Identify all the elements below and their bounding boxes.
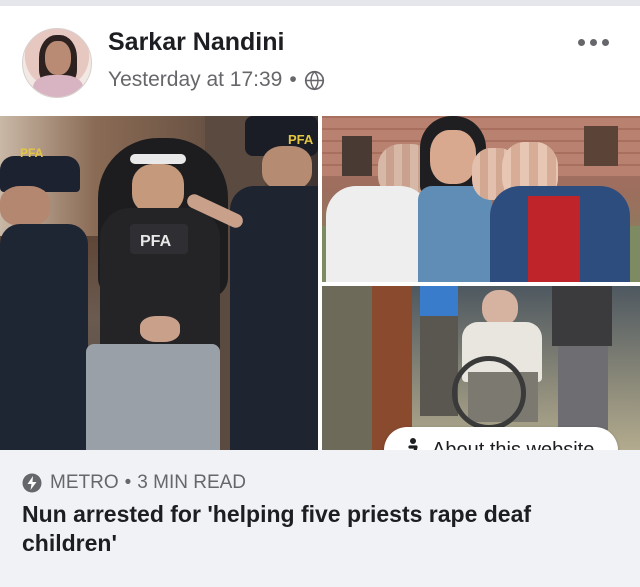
author-name[interactable]: Sarkar Nandini	[108, 28, 284, 57]
vest-label-right: PFA	[288, 132, 314, 147]
photo-arrest[interactable]: PFA PFA PFA	[0, 116, 318, 450]
link-source: METRO	[50, 472, 119, 493]
author-avatar[interactable]	[22, 28, 92, 98]
vest-label-left: PFA	[20, 146, 44, 160]
link-preview[interactable]: METRO • 3 MIN READ Nun arrested for 'hel…	[0, 450, 640, 587]
more-options-icon[interactable]	[574, 30, 614, 54]
post-media-grid[interactable]: PFA PFA PFA	[0, 116, 640, 473]
photo-group[interactable]	[322, 116, 640, 282]
photo-wheelchair[interactable]	[322, 286, 640, 450]
vest-label-center: PFA	[140, 233, 172, 250]
bolt-icon	[22, 473, 42, 493]
link-headline[interactable]: Nun arrested for 'helping five priests r…	[22, 500, 622, 558]
post-timestamp[interactable]: Yesterday at 17:39	[108, 68, 282, 92]
source-separator: •	[124, 472, 132, 493]
globe-icon[interactable]	[304, 70, 325, 91]
post-meta: Yesterday at 17:39 •	[108, 68, 325, 92]
post-header: Sarkar Nandini Yesterday at 17:39 •	[0, 6, 640, 116]
link-read-time: 3 MIN READ	[137, 472, 247, 493]
meta-separator: •	[289, 68, 297, 91]
link-source-row: METRO • 3 MIN READ	[22, 472, 246, 494]
